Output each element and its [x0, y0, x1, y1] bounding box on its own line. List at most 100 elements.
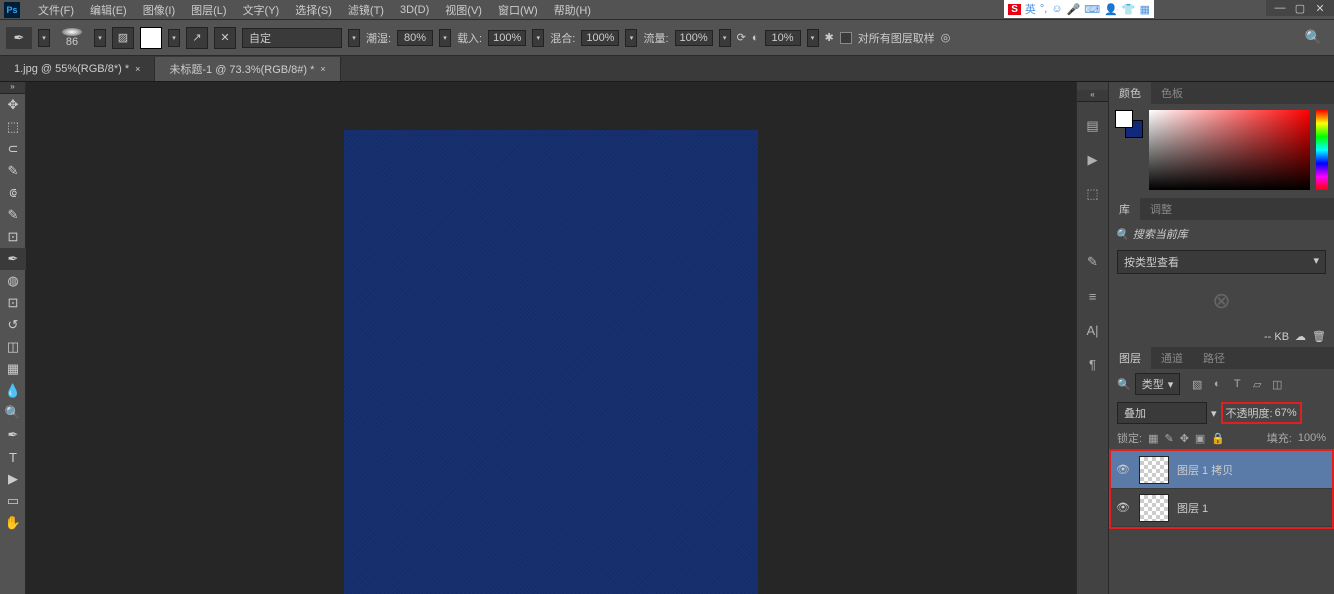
path-select-tool[interactable]: ▶ — [0, 468, 26, 490]
menu-3d[interactable]: 3D(D) — [392, 4, 437, 16]
lasso-tool[interactable]: ⊂ — [0, 138, 26, 160]
lock-position-icon[interactable]: ✎ — [1164, 432, 1173, 445]
history-panel-icon[interactable]: ▤ — [1083, 116, 1103, 136]
ime-emoji-icon[interactable]: ☺ — [1051, 3, 1062, 15]
opacity-control[interactable]: 不透明度: 67% — [1221, 402, 1302, 424]
foreground-color[interactable] — [1115, 110, 1133, 128]
visibility-icon[interactable]: 👁 — [1115, 463, 1131, 476]
gear-icon[interactable]: ✱ — [825, 31, 834, 44]
tab-adjustments[interactable]: 调整 — [1140, 198, 1182, 220]
layer-row[interactable]: 👁 图层 1 拷贝 — [1111, 451, 1332, 489]
type-tool[interactable]: T — [0, 446, 26, 468]
lock-move-icon[interactable]: ✥ — [1180, 432, 1189, 445]
blur-tool[interactable]: 💧 — [0, 380, 26, 402]
ime-menu-icon[interactable]: ▦ — [1140, 3, 1150, 16]
wet-mode-select[interactable]: 自定 — [242, 28, 342, 48]
expand-dock-icon[interactable]: « — [1077, 90, 1108, 102]
brush-panel-icon[interactable]: ▨ — [112, 27, 134, 49]
ime-mic-icon[interactable]: 🎤 — [1067, 3, 1081, 16]
ime-keyboard-icon[interactable]: ⌨ — [1084, 3, 1100, 16]
flow-value[interactable]: 100% — [675, 30, 713, 46]
doc-tab-1[interactable]: 1.jpg @ 55%(RGB/8*) * × — [0, 57, 155, 81]
search-icon[interactable]: 🔍 — [1305, 29, 1322, 46]
document-canvas[interactable] — [344, 130, 758, 594]
filter-shape-icon[interactable]: ▱ — [1250, 377, 1264, 391]
layer-thumbnail[interactable] — [1139, 456, 1169, 484]
menu-edit[interactable]: 编辑(E) — [82, 2, 135, 18]
ime-skin-icon[interactable]: 👕 — [1122, 3, 1136, 16]
layer-name[interactable]: 图层 1 — [1177, 500, 1208, 516]
load-dropdown[interactable]: ▾ — [532, 29, 544, 47]
visibility-icon[interactable]: 👁 — [1115, 501, 1131, 514]
swatch-dropdown[interactable]: ▾ — [168, 29, 180, 47]
tab-color[interactable]: 颜色 — [1109, 82, 1151, 104]
collapse-toolbar-icon[interactable]: » — [0, 82, 25, 94]
paragraph-panel-icon[interactable]: ¶ — [1083, 354, 1103, 374]
sogou-icon[interactable]: S — [1008, 4, 1021, 15]
character-panel-icon[interactable]: A| — [1083, 320, 1103, 340]
tab-channels[interactable]: 通道 — [1151, 347, 1193, 369]
sample-all-checkbox[interactable] — [840, 32, 852, 44]
tablet-pressure-icon[interactable]: ◎ — [941, 31, 951, 44]
hand-tool[interactable]: ✋ — [0, 512, 26, 534]
clean-brush-icon[interactable]: ✕ — [214, 27, 236, 49]
layer-thumbnail[interactable] — [1139, 494, 1169, 522]
wet-mode-dropdown[interactable]: ▾ — [348, 29, 360, 47]
shape-tool[interactable]: ▭ — [0, 490, 26, 512]
lock-artboard-icon[interactable]: ▣ — [1195, 432, 1205, 445]
hue-slider[interactable] — [1316, 110, 1328, 190]
trash-icon[interactable]: 🗑 — [1312, 330, 1326, 343]
crop-tool[interactable]: ⟃ — [0, 182, 26, 204]
wet-value[interactable]: 80% — [397, 30, 433, 46]
cloud-icon[interactable]: ☁ — [1295, 330, 1306, 343]
brush-tool[interactable]: ✒ — [0, 248, 26, 270]
load-brush-icon[interactable]: ↗ — [186, 27, 208, 49]
fill-value[interactable]: 100% — [1298, 432, 1326, 444]
filter-smart-icon[interactable]: ◫ — [1270, 377, 1284, 391]
close-tab-icon[interactable]: × — [320, 64, 325, 74]
airbrush-icon[interactable]: ⟳ — [737, 31, 746, 44]
filter-pixel-icon[interactable]: ▧ — [1190, 377, 1204, 391]
swatches-panel-icon[interactable]: ≡ — [1083, 286, 1103, 306]
tab-swatches[interactable]: 色板 — [1151, 82, 1193, 104]
ime-lang[interactable]: 英 — [1025, 1, 1036, 17]
smooth-dropdown[interactable]: ▾ — [807, 29, 819, 47]
opacity-value[interactable]: 67% — [1275, 407, 1297, 419]
marquee-tool[interactable]: ⬚ — [0, 116, 26, 138]
menu-type[interactable]: 文字(Y) — [235, 2, 288, 18]
blend-mode-select[interactable]: 叠加 — [1117, 402, 1207, 424]
tab-layers[interactable]: 图层 — [1109, 347, 1151, 369]
current-tool-icon[interactable]: ✒ — [6, 27, 32, 49]
filter-kind-select[interactable]: 类型▾ — [1135, 373, 1181, 395]
filter-adjust-icon[interactable]: ◐ — [1210, 377, 1224, 391]
mix-value[interactable]: 100% — [581, 30, 619, 46]
lock-pixels-icon[interactable]: ▦ — [1148, 432, 1158, 445]
minimize-icon[interactable]: — — [1274, 2, 1286, 14]
doc-tab-2[interactable]: 未标题-1 @ 73.3%(RGB/8#) * × — [155, 57, 340, 81]
clone-tool[interactable]: ⊡ — [0, 292, 26, 314]
close-tab-icon[interactable]: × — [135, 64, 140, 74]
smooth-value[interactable]: 10% — [765, 30, 801, 46]
frame-tool[interactable]: ⊡ — [0, 226, 26, 248]
menu-window[interactable]: 窗口(W) — [490, 2, 546, 18]
quick-select-tool[interactable]: ✎ — [0, 160, 26, 182]
library-search[interactable]: 🔍 搜索当前库 — [1109, 220, 1334, 248]
3d-panel-icon[interactable]: ⬚ — [1083, 184, 1103, 204]
tool-preset-dropdown[interactable]: ▾ — [38, 29, 50, 47]
gradient-tool[interactable]: ▦ — [0, 358, 26, 380]
ime-user-icon[interactable]: 👤 — [1104, 3, 1118, 16]
canvas-area[interactable] — [26, 82, 1076, 594]
mix-dropdown[interactable]: ▾ — [625, 29, 637, 47]
menu-view[interactable]: 视图(V) — [437, 2, 490, 18]
eraser-tool[interactable]: ◫ — [0, 336, 26, 358]
eyedropper-tool[interactable]: ✎ — [0, 204, 26, 226]
menu-layer[interactable]: 图层(L) — [183, 2, 234, 18]
spot-heal-tool[interactable]: ◍ — [0, 270, 26, 292]
fg-bg-swatch[interactable] — [1115, 110, 1143, 138]
menu-image[interactable]: 图像(I) — [135, 2, 183, 18]
move-tool[interactable]: ✥ — [0, 94, 26, 116]
tab-paths[interactable]: 路径 — [1193, 347, 1235, 369]
pen-tool[interactable]: ✒ — [0, 424, 26, 446]
library-view-select[interactable]: 按类型查看▾ — [1117, 250, 1326, 274]
filter-search-icon[interactable]: 🔍 — [1117, 378, 1131, 391]
